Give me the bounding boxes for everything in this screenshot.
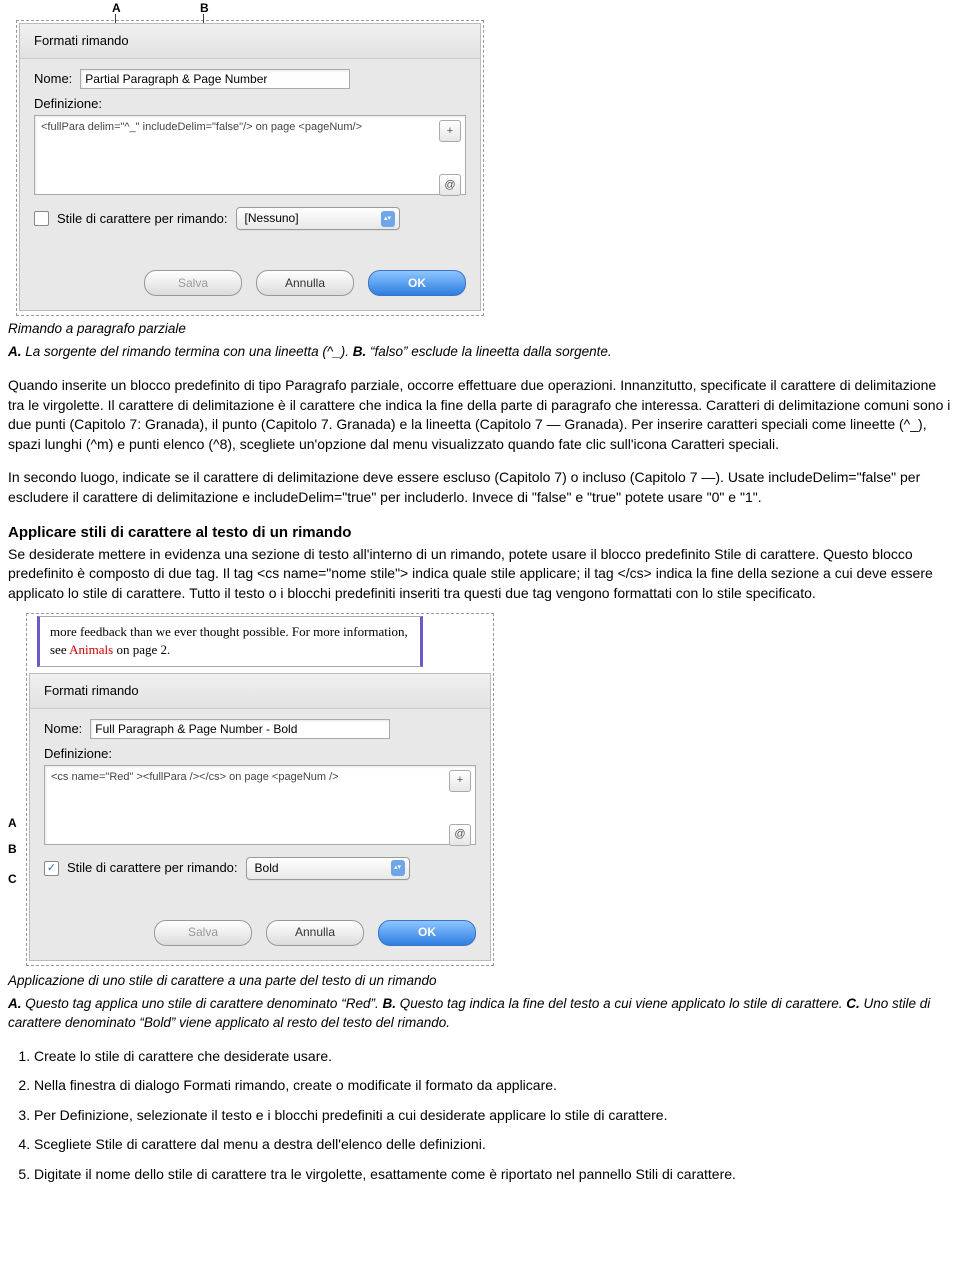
nome-input[interactable] xyxy=(80,69,350,89)
definizione-text-2: <cs name="Red" ><fullPara /></cs> on pag… xyxy=(51,771,339,783)
callout-a: A xyxy=(112,0,121,17)
body-p2: In secondo luogo, indicate se il caratte… xyxy=(8,468,952,507)
body-p1: Quando inserite un blocco predefinito di… xyxy=(8,376,952,454)
figure1-caption: Rimando a paragrafo parziale xyxy=(8,320,952,339)
definizione-label-2: Definizione: xyxy=(44,745,476,763)
side-b: B xyxy=(8,841,17,858)
style-checkbox-label: Stile di carattere per rimando: xyxy=(57,210,228,228)
step-2: Nella finestra di dialogo Formati rimand… xyxy=(34,1076,952,1096)
side-a: A xyxy=(8,815,17,832)
step-1: Create lo stile di carattere che desider… xyxy=(34,1047,952,1067)
figure2-caption: Applicazione di uno stile di carattere a… xyxy=(8,972,952,991)
nome-input-2[interactable] xyxy=(90,719,390,739)
at-icon[interactable]: @ xyxy=(439,174,461,196)
figure1-legend: A. La sorgente del rimando termina con u… xyxy=(8,343,952,362)
chevron-updown-icon: ▴▾ xyxy=(381,211,395,227)
save-button-2[interactable]: Salva xyxy=(154,920,252,946)
style-select-2[interactable]: Bold ▴▾ xyxy=(246,857,410,880)
chevron-updown-icon: ▴▾ xyxy=(391,860,405,876)
cancel-button[interactable]: Annulla xyxy=(256,270,354,296)
definizione-label: Definizione: xyxy=(34,95,466,113)
step-5: Digitate il nome dello stile di caratter… xyxy=(34,1165,952,1185)
at-icon[interactable]: @ xyxy=(449,824,471,846)
preview-after: on page 2. xyxy=(113,642,170,657)
save-button[interactable]: Salva xyxy=(144,270,242,296)
dialog-title-2: Formati rimando xyxy=(30,674,490,709)
callout-b: B xyxy=(200,0,209,17)
definizione-textarea-2[interactable]: <cs name="Red" ><fullPara /></cs> on pag… xyxy=(44,765,476,845)
style-checkbox[interactable] xyxy=(34,211,49,226)
plus-icon[interactable]: + xyxy=(449,770,471,792)
side-c: C xyxy=(8,871,17,888)
dialog-formati-rimando-1: Formati rimando Nome: Definizione: <full… xyxy=(19,23,481,311)
definizione-textarea[interactable]: <fullPara delim="^_" includeDelim="false… xyxy=(34,115,466,195)
step-3: Per Definizione, selezionate il testo e … xyxy=(34,1106,952,1126)
figure2-legend: A. Questo tag applica uno stile di carat… xyxy=(8,995,952,1033)
preview-red: Animals xyxy=(69,642,113,657)
style-select[interactable]: [Nessuno] ▴▾ xyxy=(236,207,400,230)
ok-button[interactable]: OK xyxy=(368,270,466,296)
definizione-text: <fullPara delim="^_" includeDelim="false… xyxy=(41,121,362,133)
style-select-value-2: Bold xyxy=(255,860,279,877)
dialog-formati-rimando-2: Formati rimando Nome: Definizione: <cs n… xyxy=(29,673,491,961)
steps-list: Create lo stile di carattere che desider… xyxy=(8,1047,952,1185)
cancel-button-2[interactable]: Annulla xyxy=(266,920,364,946)
style-checkbox-label-2: Stile di carattere per rimando: xyxy=(67,859,238,877)
body-p3: Se desiderate mettere in evidenza una se… xyxy=(8,545,952,604)
style-select-value: [Nessuno] xyxy=(245,210,299,227)
step-4: Scegliete Stile di carattere dal menu a … xyxy=(34,1135,952,1155)
section-heading: Applicare stili di carattere al testo di… xyxy=(8,522,952,543)
ok-button-2[interactable]: OK xyxy=(378,920,476,946)
nome-label-2: Nome: xyxy=(44,720,82,738)
preview-frame: more feedback than we ever thought possi… xyxy=(37,616,423,666)
nome-label: Nome: xyxy=(34,70,72,88)
dialog-title: Formati rimando xyxy=(20,24,480,59)
style-checkbox-2[interactable]: ✓ xyxy=(44,861,59,876)
plus-icon[interactable]: + xyxy=(439,120,461,142)
